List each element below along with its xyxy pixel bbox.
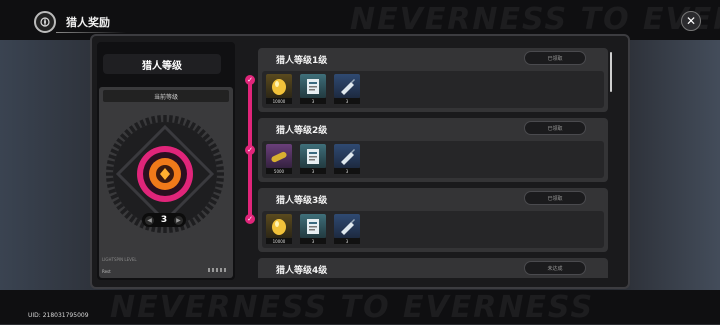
syringe-icon	[334, 74, 360, 98]
close-icon: ✕	[685, 14, 697, 28]
reward-row-title: 猎人等级3级	[276, 196, 328, 206]
reward-item[interactable]: 5000	[266, 144, 292, 174]
reward-row-title: 猎人等级2级	[276, 126, 328, 136]
reward-item-count: 3	[300, 98, 326, 104]
reward-item-count: 3	[300, 168, 326, 174]
current-level-label: 当前等级	[103, 90, 229, 102]
compass-icon	[34, 11, 56, 33]
claim-status-button[interactable]: 未达成	[524, 261, 586, 275]
document-icon	[300, 144, 326, 168]
reward-item-count: 3	[334, 98, 360, 104]
watermark-bottom: NEVERNESS TO EVERNESS	[110, 290, 595, 325]
reward-item[interactable]: 10000	[266, 74, 292, 104]
next-level-button[interactable]: ▶	[173, 215, 183, 225]
check-icon: ✓	[245, 75, 255, 85]
gold-egg-icon	[266, 74, 292, 98]
check-icon: ✓	[245, 145, 255, 155]
level-caption-2: Rest	[102, 269, 111, 274]
reward-item-count: 10000	[266, 238, 292, 244]
reward-item[interactable]: 3	[300, 214, 326, 244]
reward-row-title: 猎人等级1级	[276, 56, 328, 66]
level-selector: ◀ 3 ▶	[142, 213, 186, 227]
reward-row-title: 猎人等级4级	[276, 266, 328, 276]
claim-status-button[interactable]: 已领取	[524, 191, 586, 205]
reward-item-count: 10000	[266, 98, 292, 104]
reward-row: 猎人等级3级 已领取 10000 3 3	[258, 188, 608, 252]
reward-items: 10000 3 3	[262, 211, 604, 248]
reward-item[interactable]: 3	[300, 74, 326, 104]
document-icon	[300, 74, 326, 98]
watermark-top: NEVERNESS TO EVERNESS	[350, 2, 720, 37]
syringe-icon	[334, 214, 360, 238]
reward-item[interactable]: 3	[334, 74, 360, 104]
level-caption: LIGHTSPIN LEVEL	[102, 257, 137, 262]
syringe-icon	[334, 144, 360, 168]
reward-item-count: 3	[334, 168, 360, 174]
uid-label: UID: 218031795009	[28, 312, 89, 319]
page-title: 猎人奖励	[66, 16, 110, 29]
close-button[interactable]: ✕	[681, 11, 701, 31]
gold-egg-icon	[266, 214, 292, 238]
claim-status-button[interactable]: 已领取	[524, 121, 586, 135]
scrollbar[interactable]	[610, 52, 612, 92]
reward-item[interactable]: 3	[334, 144, 360, 174]
claim-status-button[interactable]: 已领取	[524, 51, 586, 65]
decor-stripe	[208, 268, 228, 272]
reward-item[interactable]: 3	[300, 144, 326, 174]
document-icon	[300, 214, 326, 238]
reward-list[interactable]: 猎人等级1级 已领取 10000 3 3 猎人等级2级 已领取 5000 3 3 猎人等级3级 已领取…	[258, 46, 614, 278]
reward-items: 10000 3 3	[262, 71, 604, 108]
check-icon: ✓	[245, 214, 255, 224]
reward-row: 猎人等级4级 未达成	[258, 258, 608, 278]
reward-item-count: 3	[334, 238, 360, 244]
reward-item[interactable]: 10000	[266, 214, 292, 244]
level-card-heading: 猎人等级	[103, 54, 221, 74]
reward-item-count: 5000	[266, 168, 292, 174]
current-level-value: 3	[160, 215, 168, 225]
prev-level-button[interactable]: ◀	[145, 215, 154, 225]
reward-items: 5000 3 3	[262, 141, 604, 178]
title-divider	[56, 32, 126, 33]
reward-item-count: 3	[300, 238, 326, 244]
capsule-icon	[266, 144, 292, 168]
reward-row: 猎人等级1级 已领取 10000 3 3	[258, 48, 608, 112]
reward-row: 猎人等级2级 已领取 5000 3 3	[258, 118, 608, 182]
reward-item[interactable]: 3	[334, 214, 360, 244]
